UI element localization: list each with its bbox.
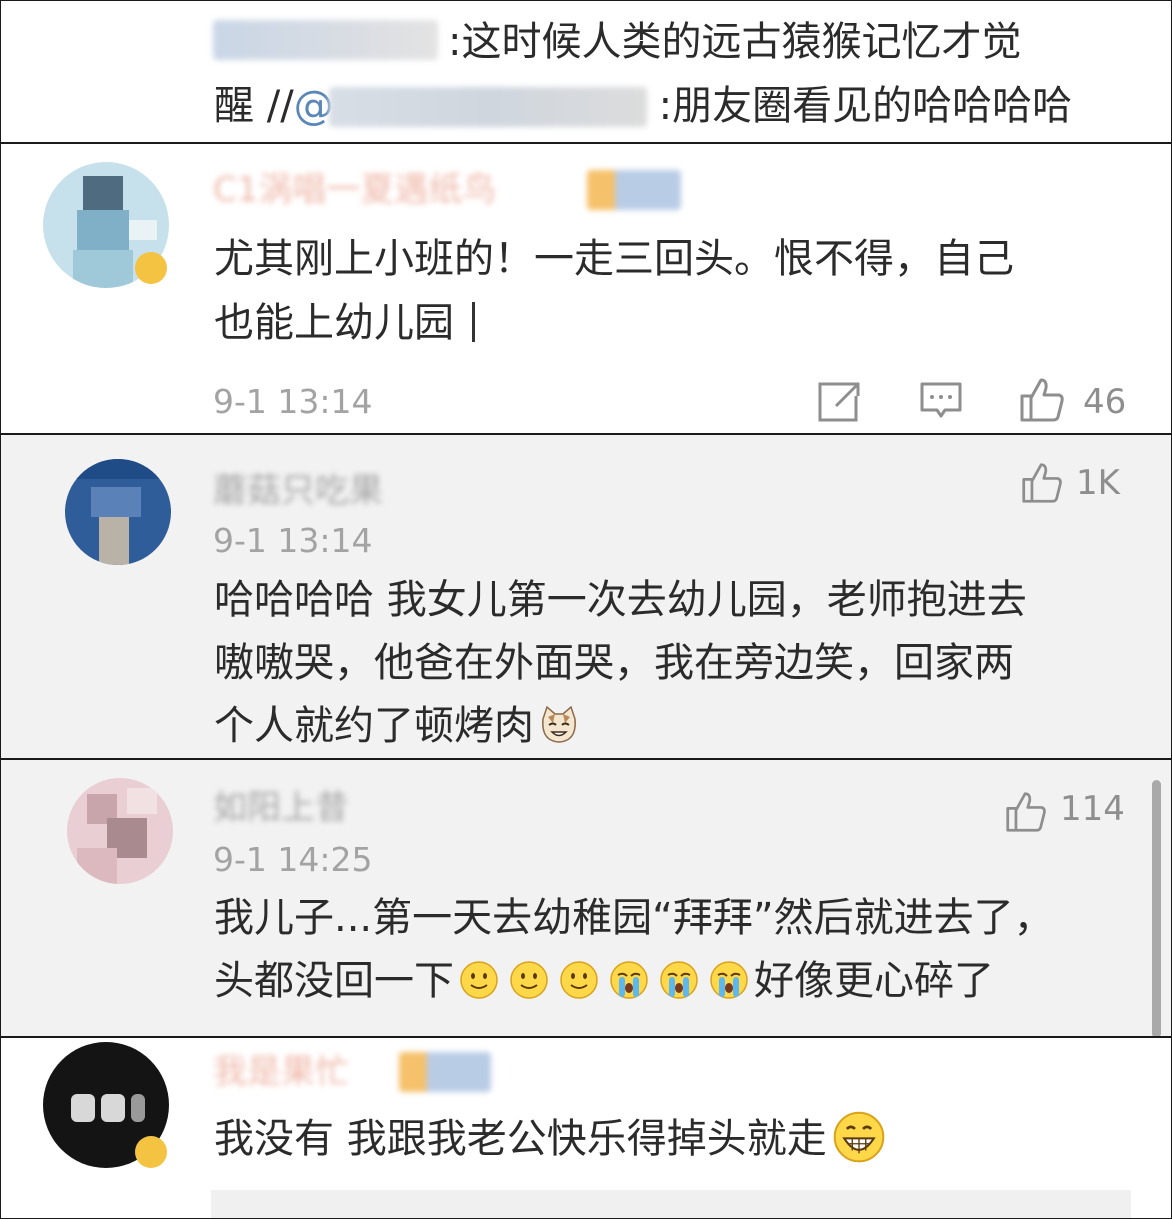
like-count: 46 [1083,382,1127,422]
verified-badge-icon [135,252,167,284]
comment-icon[interactable] [919,380,963,424]
level-badge-icon [399,1052,491,1092]
reply-text-line-2: 头都没回一下 好像更心碎了 [214,958,994,1004]
verified-badge-icon [135,1136,167,1168]
cry-emoji [660,961,698,999]
username[interactable]: 如阳上昔 [213,788,349,828]
smile-emoji [560,961,598,999]
cat-emoji [542,705,576,743]
scrollbar[interactable] [1152,780,1161,1038]
username[interactable]: C1涡唱一夏遇纸鸟 [213,170,496,210]
timestamp: 9-1 13:14 [213,382,373,421]
thumbs-up-icon[interactable] [1019,376,1065,424]
reply-card: 蘑菇只吃果 1K 9-1 13:14 哈哈哈哈 我女儿第一次去幼儿园，老师抱进去… [1,435,1171,758]
cry-emoji [710,961,748,999]
reply-text-line-1: 我儿子...第一天去幼稚园“拜拜”然后就进去了， [214,895,1054,941]
share-icon[interactable] [816,380,862,424]
cry-emoji [610,961,648,999]
like-count: 114 [1060,789,1125,829]
timestamp: 9-1 14:25 [213,840,373,879]
timestamp: 9-1 13:14 [213,521,373,560]
like-count: 1K [1076,463,1120,503]
text-cursor [472,302,475,342]
reply-text-line-1: 哈哈哈哈 我女儿第一次去幼儿园，老师抱进去 [214,577,1027,623]
comment-text-line-2: 也能上幼儿园 [214,292,475,355]
avatar[interactable] [67,778,173,884]
thumbs-up-icon[interactable] [1005,790,1047,834]
top-comment: :这时候人类的远古猿猴记忆才觉 醒 //@:朋友圈看见的哈哈哈哈 [1,1,1171,142]
reply-card: 如阳上昔 114 9-1 14:25 我儿子...第一天去幼稚园“拜拜”然后就进… [1,760,1171,1036]
grin-emoji [833,1111,885,1163]
blurred-mention[interactable] [329,87,647,127]
avatar[interactable] [65,459,171,565]
level-badge-icon [587,170,681,210]
reply-text-line-3: 个人就约了顿烤肉 [214,695,584,758]
top-comment-line-1: :这时候人类的远古猿猴记忆才觉 [448,19,1022,65]
comment-text-line-1: 尤其刚上小班的！一走三回头。恨不得，自己 [214,236,1014,282]
username[interactable]: 蘑菇只吃果 [213,471,383,511]
reply-preview-box[interactable] [211,1190,1131,1218]
comment-card: C1涡唱一夏遇纸鸟 尤其刚上小班的！一走三回头。恨不得，自己 也能上幼儿园 9-… [1,144,1171,433]
smile-emoji [460,961,498,999]
reply-text-line-2: 嗷嗷哭，他爸在外面哭，我在旁边笑，回家两 [214,640,1014,686]
thumbs-up-icon[interactable] [1021,461,1063,505]
comment-text-line-1: 我没有 我跟我老公快乐得掉头就走 [214,1108,891,1171]
username[interactable]: 我是果忙 [213,1052,349,1092]
smile-emoji [510,961,548,999]
